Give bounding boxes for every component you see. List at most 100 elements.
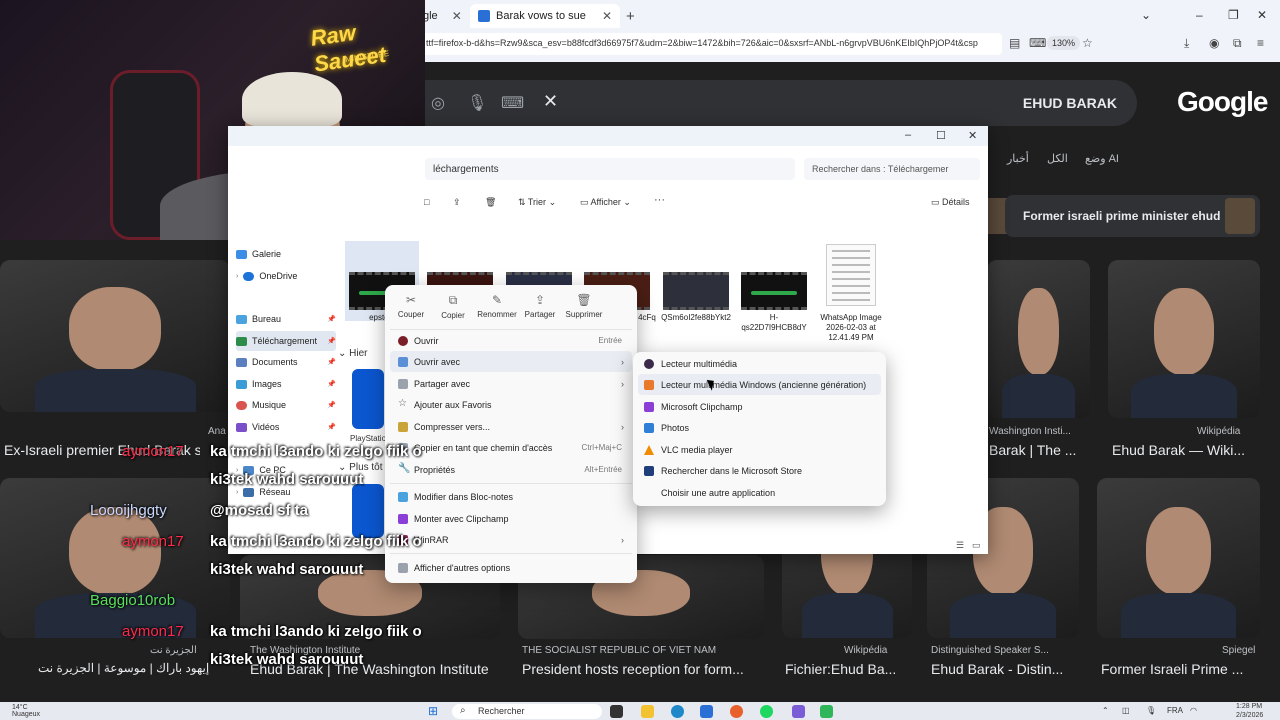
translate-icon[interactable]: ⌨ bbox=[1029, 36, 1046, 50]
edge-icon[interactable] bbox=[671, 705, 684, 718]
sort-button[interactable]: ⇅ Trier ⌄ bbox=[518, 197, 556, 208]
url-bar[interactable]: ttf=firefox-b-d&hs=Rzw9&sca_esv=b88fcdf3… bbox=[420, 33, 1002, 55]
related-search-chip[interactable]: Former israeli prime minister ehud bbox=[1005, 195, 1260, 237]
minimize-icon[interactable]: – bbox=[1196, 8, 1203, 22]
image-result[interactable] bbox=[0, 260, 230, 412]
app-icon[interactable] bbox=[820, 705, 833, 718]
tab-all[interactable]: الكل bbox=[1047, 152, 1068, 165]
menu-item-edit-notepad[interactable]: Modifier dans Bloc-notes bbox=[390, 486, 632, 507]
clock-time[interactable]: 1:28 PM bbox=[1236, 703, 1262, 710]
result-title[interactable]: Ehud Barak — Wiki... bbox=[1112, 442, 1262, 458]
sidebar-item-pictures[interactable]: Images 📌 bbox=[236, 374, 336, 394]
close-window-icon[interactable]: ✕ bbox=[968, 129, 977, 142]
file-name[interactable]: H-qs22D7I9HCB8dY bbox=[739, 313, 809, 333]
new-tab-icon[interactable]: + bbox=[626, 8, 635, 25]
result-title[interactable]: Fichier:Ehud Ba... bbox=[785, 661, 910, 677]
menu-item-clipchamp[interactable]: Monter avec Clipchamp bbox=[390, 508, 632, 529]
playstation-app-icon[interactable] bbox=[352, 369, 384, 429]
language-indicator[interactable]: FRA bbox=[1167, 706, 1183, 715]
menu-item-open[interactable]: Ouvrir Entrée bbox=[390, 330, 632, 351]
tab-list-chevron-icon[interactable]: ⌄ bbox=[1141, 8, 1151, 22]
close-tab-icon[interactable]: ✕ bbox=[602, 9, 612, 23]
sidebar-item-gallery[interactable]: Galerie bbox=[236, 244, 336, 264]
more-options-button[interactable]: ··· bbox=[654, 194, 665, 206]
extensions-icon[interactable]: ⧉ bbox=[1233, 36, 1242, 51]
address-bar[interactable]: léchargements bbox=[425, 158, 795, 180]
result-title[interactable]: Barak | The ... bbox=[989, 442, 1089, 458]
grid-view-icon[interactable]: ▭ bbox=[972, 540, 981, 551]
clear-search-icon[interactable]: ✕ bbox=[543, 91, 558, 112]
delete-icon[interactable]: 🗑 bbox=[485, 197, 496, 208]
wifi-icon[interactable]: ◠ bbox=[1190, 706, 1197, 715]
list-view-icon[interactable]: ☰ bbox=[956, 540, 964, 551]
menu-icon[interactable]: ≡ bbox=[1257, 36, 1264, 50]
task-view-icon[interactable] bbox=[610, 705, 623, 718]
submenu-item-clipchamp[interactable]: Microsoft Clipchamp bbox=[638, 396, 881, 417]
result-title[interactable]: إيهود باراك | موسوعة | الجزيرة نت bbox=[38, 661, 228, 675]
search-query[interactable]: EHUD BARAK bbox=[1023, 95, 1117, 111]
view-button[interactable]: ▭ Afficher ⌄ bbox=[580, 197, 631, 208]
sidebar-item-music[interactable]: Musique 📌 bbox=[236, 395, 336, 415]
submenu-item-legacy-media-player[interactable]: Lecteur multimédia Windows (ancienne gén… bbox=[638, 374, 881, 395]
details-pane-button[interactable]: ▭ Détails bbox=[931, 197, 970, 208]
weather-widget[interactable]: 14°C Nuageux bbox=[12, 704, 40, 718]
google-search-box[interactable]: ◎ 🎙 ⌨ ✕ EHUD BARAK bbox=[425, 80, 1137, 126]
image-file-thumbnail[interactable] bbox=[826, 244, 876, 306]
taskbar-search[interactable]: ⌕ Rechercher bbox=[452, 704, 602, 719]
reader-view-icon[interactable]: ▤ bbox=[1009, 36, 1020, 50]
menu-item-add-favorites[interactable]: ☆ Ajouter aux Favoris bbox=[390, 394, 632, 415]
menu-item-copy-path[interactable]: Copier en tant que chemin d'accès Ctrl+Ma… bbox=[390, 437, 632, 458]
properties-icon[interactable]: □ bbox=[424, 197, 429, 207]
menu-item-properties[interactable]: 🔧 Propriétés Alt+Entrée bbox=[390, 459, 632, 480]
file-explorer-icon[interactable] bbox=[641, 705, 654, 718]
mic-tray-icon[interactable]: 🎙 bbox=[1146, 706, 1156, 715]
file-name[interactable]: QSm6oI2fe88bYkt2 bbox=[661, 313, 731, 323]
image-result[interactable] bbox=[1108, 260, 1260, 418]
group-header-yesterday[interactable]: ⌄ Hier bbox=[338, 348, 368, 359]
app-icon[interactable] bbox=[352, 484, 384, 538]
sidebar-item-videos[interactable]: Vidéos 📌 bbox=[236, 417, 336, 437]
submenu-item-media-player[interactable]: Lecteur multimédia bbox=[638, 353, 881, 374]
maximize-icon[interactable]: ☐ bbox=[936, 129, 946, 142]
image-result[interactable] bbox=[1097, 478, 1260, 638]
clock-date[interactable]: 2/3/2026 bbox=[1236, 712, 1263, 719]
result-title[interactable]: President hosts reception for form... bbox=[522, 661, 762, 677]
start-windows-icon[interactable]: ⊞ bbox=[428, 704, 438, 718]
close-tab-icon[interactable]: ✕ bbox=[452, 9, 462, 23]
keyboard-icon[interactable]: ⌨ bbox=[501, 93, 524, 113]
app-icon[interactable] bbox=[792, 705, 805, 718]
menu-item-winrar[interactable]: WinRAR › bbox=[390, 529, 632, 550]
file-name[interactable]: WhatsApp Image 2026-02-03 at 12.41.49 PM bbox=[816, 313, 886, 343]
firefox-icon[interactable] bbox=[730, 705, 743, 718]
delete-button[interactable]: 🗑 Supprimer bbox=[558, 293, 610, 319]
bookmark-star-icon[interactable]: ☆ bbox=[1082, 36, 1093, 50]
menu-item-compress[interactable]: Compresser vers... › bbox=[390, 416, 632, 437]
network-tray-icon[interactable]: ◫ bbox=[1122, 706, 1130, 715]
tab-news[interactable]: أخبار bbox=[1007, 152, 1029, 165]
sidebar-item-desktop[interactable]: Bureau 📌 bbox=[236, 309, 336, 329]
submenu-item-choose-app[interactable]: Choisir une autre application bbox=[638, 482, 881, 503]
tray-chevron-icon[interactable]: ⌃ bbox=[1102, 706, 1109, 715]
zoom-level[interactable]: 130% bbox=[1047, 36, 1081, 50]
close-window-icon[interactable]: ✕ bbox=[1257, 8, 1267, 22]
google-logo[interactable]: Google bbox=[1177, 86, 1268, 118]
submenu-item-vlc[interactable]: VLC media player bbox=[638, 439, 881, 460]
share-icon[interactable]: ⇪ bbox=[453, 197, 461, 208]
tab-ai-mode[interactable]: وضع AI bbox=[1085, 152, 1119, 165]
result-title[interactable]: Ehud Barak - Distin... bbox=[931, 661, 1079, 677]
mic-icon[interactable]: 🎙 bbox=[467, 93, 487, 113]
expand-chevron-icon[interactable]: › bbox=[236, 489, 238, 496]
menu-item-open-with[interactable]: Ouvrir avec › bbox=[390, 351, 632, 372]
lens-icon[interactable]: ◎ bbox=[431, 93, 445, 113]
result-title[interactable]: Former Israeli Prime ... bbox=[1101, 661, 1261, 677]
menu-item-more-options[interactable]: Afficher d'autres options bbox=[390, 557, 632, 578]
sidebar-item-onedrive[interactable]: › OneDrive bbox=[236, 266, 336, 286]
sidebar-item-documents[interactable]: Documents 📌 bbox=[236, 352, 336, 372]
expand-chevron-icon[interactable]: › bbox=[236, 273, 238, 280]
audio-file-thumbnail[interactable] bbox=[741, 272, 807, 310]
minimize-icon[interactable]: – bbox=[905, 129, 911, 141]
account-icon[interactable]: ◉ bbox=[1209, 36, 1219, 50]
image-result[interactable] bbox=[987, 260, 1090, 418]
menu-item-share-with[interactable]: Partager avec › bbox=[390, 373, 632, 394]
submenu-item-store[interactable]: Rechercher dans le Microsoft Store bbox=[638, 460, 881, 481]
